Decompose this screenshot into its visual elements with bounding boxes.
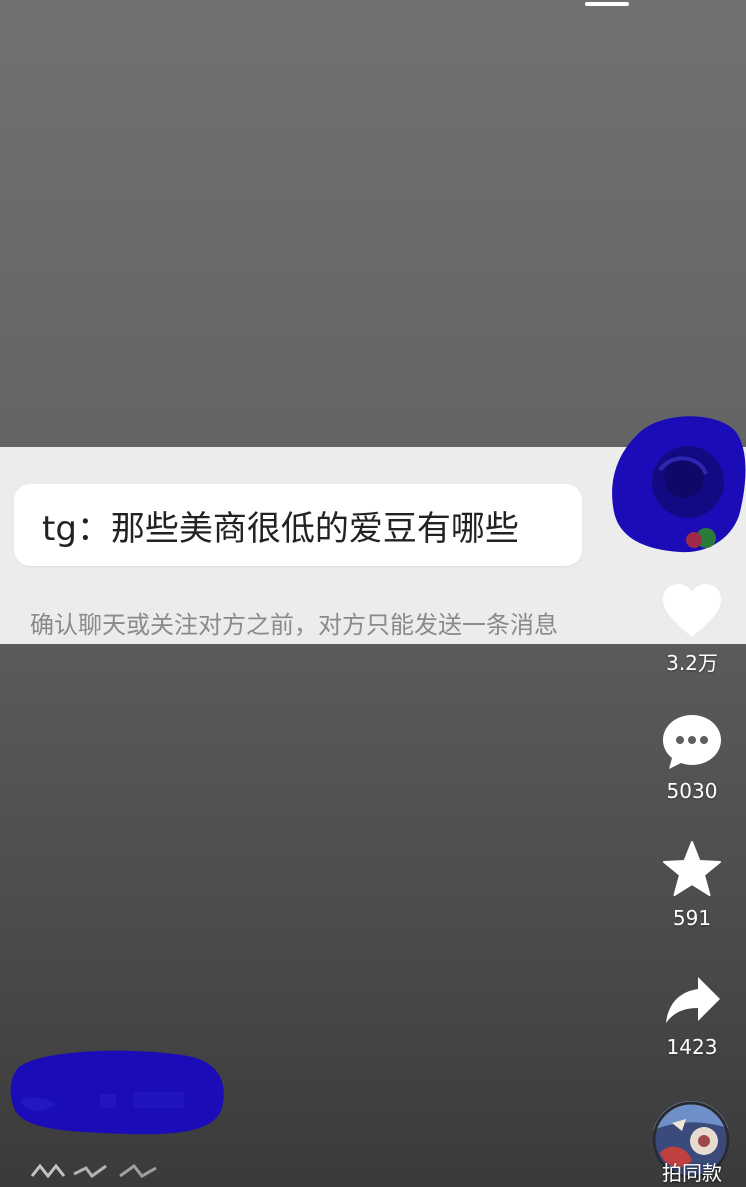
comment-button[interactable]: 5030 bbox=[656, 713, 728, 803]
message-hint: 确认聊天或关注对方之前，对方只能发送一条消息 bbox=[30, 611, 558, 639]
comment-icon bbox=[663, 715, 721, 769]
redacted-caption bbox=[30, 1163, 157, 1179]
message-bubble[interactable]: tg：那些美商很低的爱豆有哪些 bbox=[14, 484, 582, 566]
share-icon bbox=[666, 977, 720, 1023]
favorite-count: 591 bbox=[672, 906, 712, 930]
redacted-author-info bbox=[10, 1050, 224, 1135]
redacted-avatar[interactable] bbox=[610, 412, 746, 557]
same-style-button[interactable]: 拍同款 bbox=[650, 1101, 734, 1187]
share-button[interactable]: 1423 bbox=[656, 975, 728, 1059]
favorite-button[interactable]: 591 bbox=[656, 840, 728, 930]
same-style-label: 拍同款 bbox=[662, 1161, 722, 1185]
star-icon bbox=[663, 841, 721, 896]
like-count: 3.2万 bbox=[666, 651, 718, 675]
message-text: tg：那些美商很低的爱豆有哪些 bbox=[42, 508, 519, 549]
heart-icon bbox=[663, 584, 721, 637]
top-indicator bbox=[585, 2, 629, 6]
share-count: 1423 bbox=[666, 1035, 718, 1059]
like-button[interactable]: 3.2万 bbox=[656, 583, 728, 676]
comment-count: 5030 bbox=[666, 779, 718, 803]
